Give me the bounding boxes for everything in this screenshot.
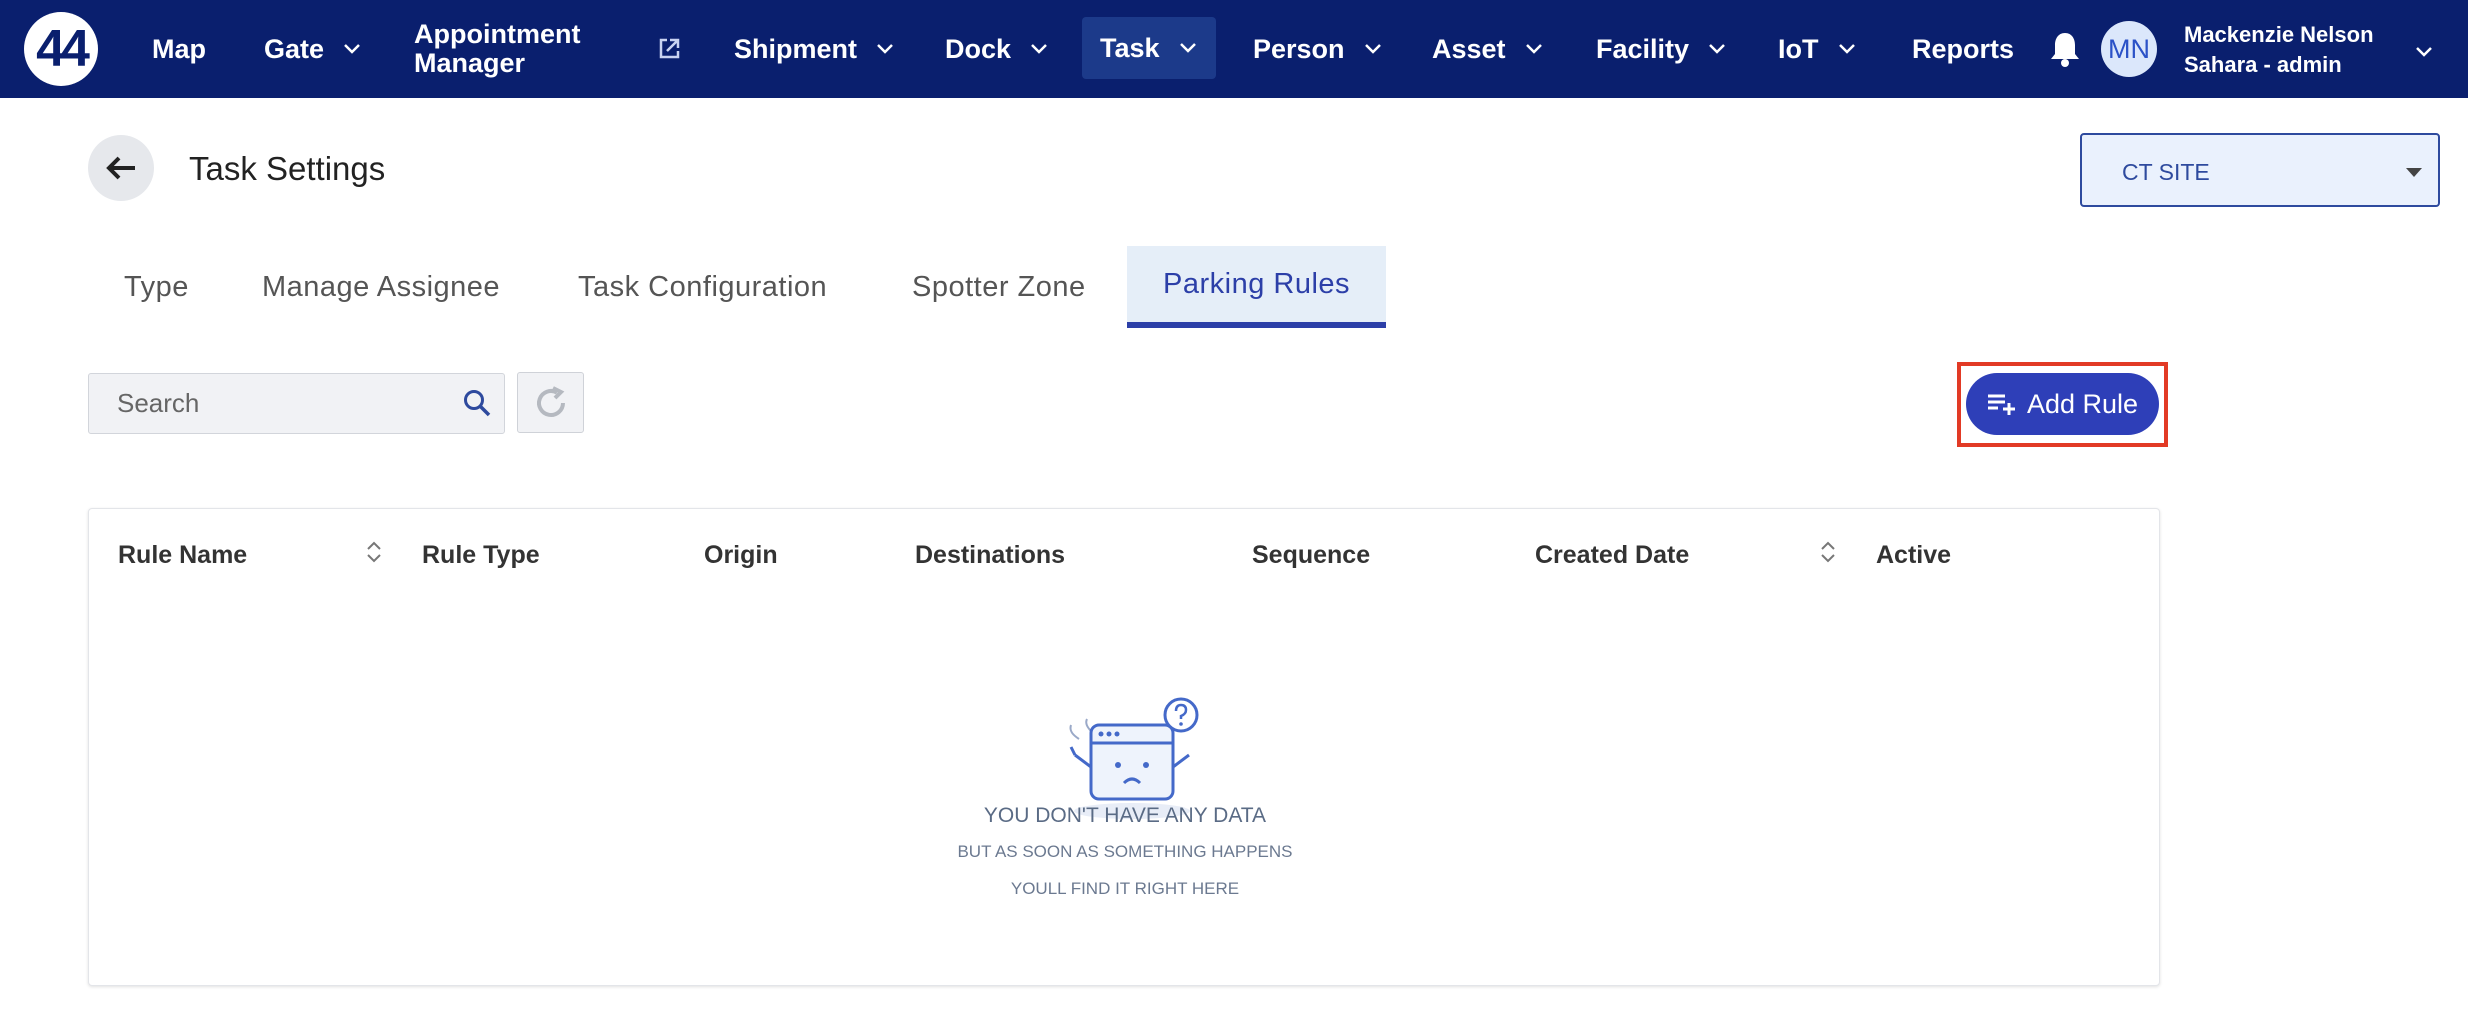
notification-bell-icon[interactable] xyxy=(2048,30,2082,68)
nav-item-asset[interactable]: Asset xyxy=(1432,0,1544,98)
external-link-icon[interactable] xyxy=(656,36,682,62)
tab-type[interactable]: Type xyxy=(124,246,189,328)
chevron-down-icon xyxy=(344,44,360,54)
tab-label: Type xyxy=(124,270,189,303)
nav-item-iot[interactable]: IoT xyxy=(1778,0,1857,98)
column-header-rule-type: Rule Type xyxy=(422,541,540,569)
tab-label: Task Configuration xyxy=(578,270,828,303)
chevron-down-icon xyxy=(1525,44,1542,54)
page-title: Task Settings xyxy=(189,150,386,187)
tab-label: Spotter Zone xyxy=(912,270,1086,303)
add-rule-button[interactable]: Add Rule xyxy=(1966,373,2159,435)
column-header-rule-name[interactable]: Rule Name xyxy=(118,541,247,570)
nav-item-gate[interactable]: Gate xyxy=(264,0,362,98)
nav-item-task[interactable]: Task xyxy=(1082,17,1216,79)
nav-item-map[interactable]: Map xyxy=(152,0,206,98)
nav-item-reports[interactable]: Reports xyxy=(1912,0,2014,98)
user-role: Sahara - admin xyxy=(2184,52,2342,77)
column-header-destinations: Destinations xyxy=(915,541,1066,569)
search-icon[interactable] xyxy=(462,388,492,418)
nav-item-label: Dock xyxy=(945,33,1012,64)
tab-spotter-zone[interactable]: Spotter Zone xyxy=(912,246,1086,328)
parking-rules-table: Rule Name Rule Type Origin Destinations … xyxy=(88,508,2160,986)
chevron-down-icon xyxy=(877,44,893,54)
nav-item-dock[interactable]: Dock xyxy=(945,0,1049,98)
column-header-sequence: Sequence xyxy=(1252,541,1371,569)
empty-state-line2: YOULL FIND IT RIGHT HERE xyxy=(1010,879,1240,898)
nav-item-label-line1: Appointment xyxy=(414,19,581,49)
top-navigation-bar: 44 Map Gate Appointment Manager Shipment… xyxy=(0,0,2468,98)
empty-state-line1: BUT AS SOON AS SOMETHING HAPPENS xyxy=(957,842,1293,861)
nav-item-label: IoT xyxy=(1778,33,1819,64)
nav-item-facility[interactable]: Facility xyxy=(1596,0,1727,98)
nav-item-label: Person xyxy=(1253,33,1345,64)
search-box xyxy=(88,373,505,434)
back-button[interactable] xyxy=(88,135,154,201)
empty-state-title: YOU DON'T HAVE ANY DATA xyxy=(983,804,1267,827)
chevron-down-icon xyxy=(1709,44,1725,54)
chevron-down-icon[interactable] xyxy=(2414,45,2434,59)
nav-item-label-line2: Manager xyxy=(414,48,526,78)
nav-item-shipment[interactable]: Shipment xyxy=(734,0,895,98)
chevron-down-icon xyxy=(1838,44,1855,54)
sort-icon[interactable] xyxy=(365,539,383,565)
site-select[interactable]: CT SITE xyxy=(2080,133,2440,207)
sort-icon[interactable] xyxy=(1819,539,1837,565)
nav-item-label: Asset xyxy=(1432,33,1506,64)
tab-manage-assignee[interactable]: Manage Assignee xyxy=(262,246,500,328)
column-header-origin: Origin xyxy=(704,541,778,569)
nav-item-label: Gate xyxy=(264,33,325,64)
caret-down-icon xyxy=(2406,168,2422,177)
add-rule-label: Add Rule xyxy=(2026,388,2139,419)
user-avatar[interactable]: MN xyxy=(2101,21,2157,77)
chevron-down-icon xyxy=(1179,43,1196,53)
nav-item-person[interactable]: Person xyxy=(1253,0,1383,98)
search-input[interactable] xyxy=(89,374,449,433)
nav-item-appointment-manager[interactable]: Appointment Manager xyxy=(414,0,580,98)
playlist-add-icon xyxy=(1987,394,2015,415)
nav-item-label: Map xyxy=(152,33,206,64)
chevron-down-icon xyxy=(1031,44,1047,54)
nav-item-label: Shipment xyxy=(734,33,858,64)
tab-label: Parking Rules xyxy=(1163,267,1351,300)
tab-parking-rules[interactable]: Parking Rules xyxy=(1127,246,1387,328)
tab-label: Manage Assignee xyxy=(262,270,501,303)
nav-item-label: Facility xyxy=(1596,33,1690,64)
chevron-down-icon xyxy=(1364,44,1381,54)
nav-item-label: Reports xyxy=(1912,33,2015,64)
nav-item-label: Task xyxy=(1100,32,1160,63)
user-name: Mackenzie Nelson xyxy=(2184,22,2374,47)
arrow-left-icon xyxy=(106,156,135,180)
tab-task-configuration[interactable]: Task Configuration xyxy=(578,246,827,328)
site-select-value: CT SITE xyxy=(2122,159,2210,185)
refresh-icon xyxy=(536,385,565,417)
column-header-active: Active xyxy=(1876,541,1952,569)
app-logo[interactable]: 44 xyxy=(24,12,98,86)
column-header-created-date[interactable]: Created Date xyxy=(1535,541,1689,570)
refresh-button[interactable] xyxy=(517,372,584,433)
